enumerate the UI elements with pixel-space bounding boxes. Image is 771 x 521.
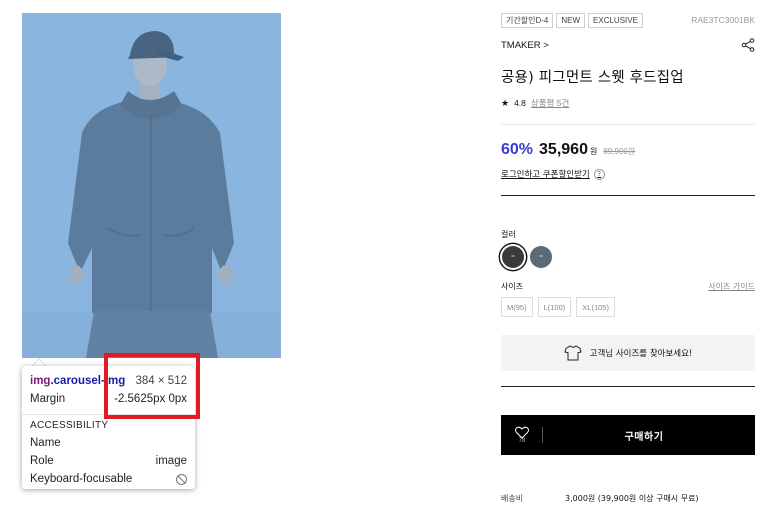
sale-price: 35,960	[539, 141, 588, 158]
product-badges: 기간할인D-4 NEW EXCLUSIVE	[501, 13, 643, 28]
tooltip-accessibility-header: ACCESSIBILITY	[30, 420, 109, 431]
size-guide-link[interactable]: 사이즈 가이드	[708, 281, 755, 292]
buy-button[interactable]: 구매하기	[543, 428, 755, 443]
brand-link[interactable]: TMAKER >	[501, 40, 549, 51]
find-my-size-button[interactable]: 고객님 사이즈를 찾아보세요!	[501, 335, 755, 371]
tooltip-tag: img	[30, 375, 51, 387]
tooltip-name-label: Name	[30, 437, 61, 449]
price-row: 60% 35,960 원 89,900원	[501, 141, 635, 159]
tooltip-focusable-label: Keyboard-focusable	[30, 473, 133, 485]
swatch-dot	[511, 255, 515, 257]
rating-row: ★ 4.8 상품평 5건	[501, 97, 569, 109]
product-image[interactable]	[22, 13, 281, 358]
tooltip-focusable-row: Keyboard-focusable	[30, 470, 187, 488]
currency-unit: 원	[589, 147, 598, 156]
color-swatch-slate[interactable]	[530, 246, 552, 268]
size-label: 사이즈	[501, 282, 524, 291]
tshirt-icon	[564, 345, 582, 361]
size-option-l[interactable]: L(100)	[537, 297, 572, 317]
tooltip-role-row: Role image	[30, 452, 187, 470]
tooltip-margin-label: Margin	[30, 393, 66, 405]
badge-exclusive: EXCLUSIVE	[588, 13, 643, 28]
element-highlight-overlay	[22, 13, 281, 358]
review-count-link[interactable]: 상품평 5건	[531, 97, 569, 109]
color-swatch-charcoal[interactable]	[502, 246, 524, 268]
not-allowed-icon	[176, 473, 187, 485]
annotation-highlight-box	[104, 353, 200, 419]
tooltip-role-value: image	[155, 455, 187, 467]
product-code: RAE3TC3001BK	[691, 15, 755, 25]
divider	[501, 124, 755, 125]
purchase-bar: 78 구매하기	[501, 415, 755, 455]
shipping-fee: 3,000원 (39,900원 이상 구매시 무료)	[565, 494, 699, 503]
section-divider	[501, 386, 755, 387]
share-icon[interactable]	[741, 38, 755, 52]
original-price: 89,900원	[603, 147, 636, 156]
rating-value: 4.8	[514, 98, 526, 108]
tooltip-name-row: Name	[30, 434, 187, 452]
shipping-label: 배송비	[501, 494, 524, 503]
discount-rate: 60%	[501, 141, 534, 158]
star-icon: ★	[501, 97, 510, 108]
find-size-text: 고객님 사이즈를 찾아보세요!	[589, 349, 693, 359]
size-option-m[interactable]: M(95)	[501, 297, 533, 317]
swatch-dot	[539, 255, 543, 257]
coupon-login-link[interactable]: 로그인하고 쿠폰할인받기 ?	[501, 168, 605, 180]
color-label: 컬러	[501, 230, 516, 239]
product-title: 공용) 피그먼트 스웻 후드집업	[501, 70, 684, 86]
coupon-text: 로그인하고 쿠폰할인받기	[501, 170, 590, 180]
tooltip-role-label: Role	[30, 455, 54, 467]
wishlist-count: 78	[518, 438, 526, 444]
wishlist-button[interactable]: 78	[501, 415, 543, 455]
size-option-xl[interactable]: XL(105)	[576, 297, 615, 317]
help-icon[interactable]: ?	[593, 168, 605, 180]
section-divider	[501, 195, 755, 196]
badge-period-discount: 기간할인D-4	[501, 13, 554, 28]
size-options: M(95) L(100) XL(105)	[501, 297, 615, 317]
badge-new: NEW	[556, 13, 586, 28]
